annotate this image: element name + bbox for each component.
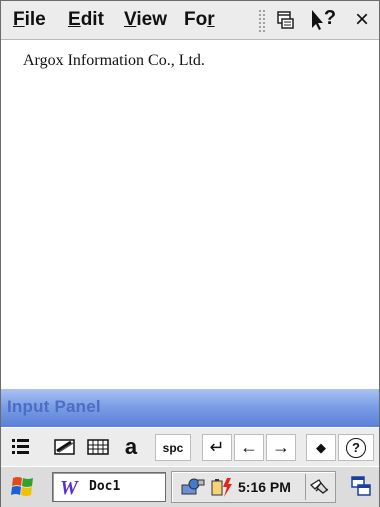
keyboard-grid-icon[interactable]	[84, 434, 112, 459]
help-mark: ?	[323, 6, 337, 29]
document-text[interactable]: Argox Information Co., Ltd.	[23, 52, 205, 70]
keyboard-window-icon[interactable]	[272, 8, 298, 32]
handwriting-icon[interactable]	[51, 434, 79, 459]
system-tray: 5:16 PM	[171, 471, 336, 503]
help-key[interactable]: ?	[338, 434, 374, 461]
help-key-label: ?	[346, 437, 366, 458]
battery-icon[interactable]	[209, 476, 235, 498]
show-desktop-icon[interactable]	[349, 475, 373, 499]
taskbar: W Doc1 5:16 PM	[1, 466, 379, 507]
tray-separator	[305, 474, 306, 500]
connectivity-icon[interactable]	[180, 477, 206, 497]
input-panel-toolbar: a spc ↵ ← → ◆ ?	[1, 427, 379, 467]
enter-key[interactable]: ↵	[202, 434, 232, 461]
input-panel-titlebar[interactable]: Input Panel	[1, 389, 379, 427]
menu-view[interactable]: View	[124, 9, 167, 31]
document-area[interactable]: Argox Information Co., Ltd.	[1, 40, 379, 388]
menu-edit[interactable]: Edit	[68, 9, 104, 31]
space-key[interactable]: spc	[155, 434, 191, 461]
input-method-icon[interactable]	[309, 477, 331, 497]
taskbar-doc1-label: Doc1	[89, 479, 121, 494]
input-panel-title: Input Panel	[7, 397, 101, 416]
arrow-right-key[interactable]: →	[266, 434, 296, 461]
bullet-key[interactable]: ◆	[306, 434, 336, 461]
menu-bar: File Edit View For ? ×	[1, 1, 379, 40]
help-icon[interactable]: ?	[305, 6, 341, 32]
menu-format[interactable]: For	[184, 9, 248, 31]
arrow-left-key[interactable]: ←	[234, 434, 264, 461]
taskbar-clock[interactable]: 5:16 PM	[238, 479, 291, 495]
toolbar-grip[interactable]	[258, 9, 266, 33]
letter-a-icon[interactable]: a	[119, 434, 143, 459]
app-window: File Edit View For ? × Argox Information…	[0, 0, 380, 507]
close-icon[interactable]: ×	[350, 6, 374, 33]
menu-file[interactable]: File	[13, 9, 46, 31]
word-icon: W	[60, 477, 79, 497]
list-icon[interactable]	[9, 434, 33, 459]
start-icon[interactable]	[9, 475, 37, 499]
svg-text:W: W	[60, 477, 79, 497]
taskbar-doc1-button[interactable]: W Doc1	[52, 472, 166, 502]
